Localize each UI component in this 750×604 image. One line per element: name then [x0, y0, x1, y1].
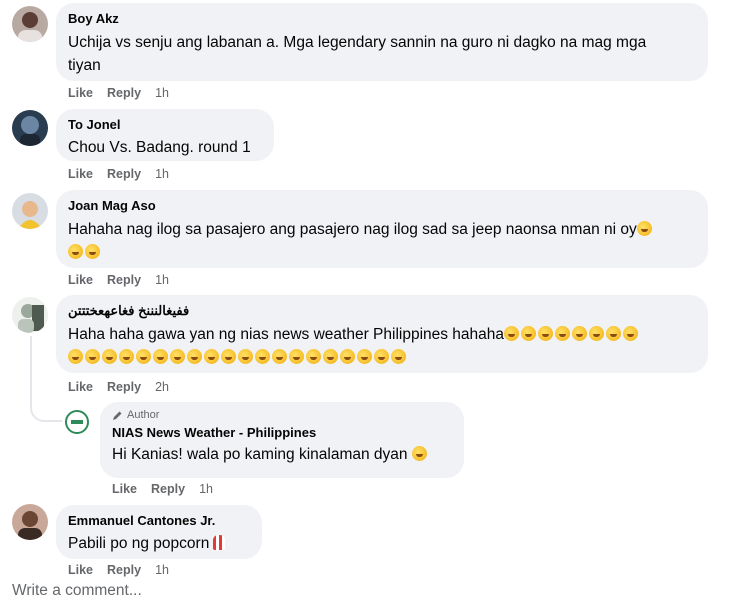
reply-button[interactable]: Reply — [107, 167, 141, 181]
comment-author[interactable]: NIAS News Weather - Philippines — [112, 424, 452, 441]
like-button[interactable]: Like — [68, 86, 93, 100]
comment-time[interactable]: 1h — [155, 167, 169, 181]
author-badge: Author — [112, 408, 452, 422]
laughing-emoji-icon — [238, 349, 253, 364]
laughing-emoji-icon — [221, 349, 236, 364]
laughing-emoji-icon — [204, 349, 219, 364]
like-button[interactable]: Like — [68, 167, 93, 181]
reply-button[interactable]: Reply — [107, 273, 141, 287]
comment-text: Hahaha nag ilog sa pasajero ang pasajero… — [68, 218, 696, 264]
laughing-emoji-icon — [411, 446, 427, 461]
comment-bubble: ففيغالنننخ فغاعهعختتتن Haha haha gawa ya… — [56, 295, 708, 373]
like-button[interactable]: Like — [68, 563, 93, 577]
laughing-emoji-icon — [153, 349, 168, 364]
laughing-emoji-icon — [504, 326, 520, 341]
laughing-emoji-icon — [187, 349, 202, 364]
laughing-emoji-icon — [85, 244, 100, 259]
laughing-emoji-icon — [391, 349, 406, 364]
avatar[interactable] — [12, 110, 48, 146]
laughing-emoji-icon — [136, 349, 151, 364]
avatar[interactable] — [12, 193, 48, 229]
laughing-emoji-icon — [589, 326, 605, 341]
like-button[interactable]: Like — [68, 273, 93, 287]
comment-author[interactable]: ففيغالنننخ فغاعهعختتتن — [68, 302, 696, 319]
laughing-emoji-icon — [306, 349, 321, 364]
comment-actions: Like Reply 1h — [68, 167, 169, 181]
avatar-photo — [12, 193, 48, 229]
comment-bubble: To Jonel Chou Vs. Badang. round 1 — [56, 109, 274, 161]
comment-bubble: Joan Mag Aso Hahaha nag ilog sa pasajero… — [56, 190, 708, 268]
avatar-photo — [12, 110, 48, 146]
laughing-emoji-icon — [119, 349, 134, 364]
avatar[interactable] — [12, 297, 48, 333]
popcorn-icon — [213, 535, 226, 550]
comment-actions: Like Reply 1h — [112, 482, 213, 496]
laughing-emoji-icon — [68, 349, 83, 364]
laughing-emoji-icon — [323, 349, 338, 364]
comment-actions: Like Reply 1h — [68, 86, 169, 100]
comment-input[interactable]: Write a comment... — [12, 582, 142, 600]
comment-actions: Like Reply 2h — [68, 380, 169, 394]
laughing-emoji-icon — [555, 326, 571, 341]
laughing-emoji-icon — [170, 349, 185, 364]
comment-time[interactable]: 1h — [199, 482, 213, 496]
laughing-emoji-icon — [272, 349, 287, 364]
page-logo — [64, 409, 90, 435]
laughing-emoji-icon — [85, 349, 100, 364]
laughing-emoji-icon — [521, 326, 537, 341]
comment-author[interactable]: To Jonel — [68, 116, 262, 133]
comment-text: Pabili po ng popcorn — [68, 532, 250, 555]
reply-button[interactable]: Reply — [151, 482, 185, 496]
laughing-emoji-icon — [68, 244, 83, 259]
laughing-emoji-icon — [357, 349, 372, 364]
laughing-emoji-icon — [255, 349, 270, 364]
like-button[interactable]: Like — [68, 380, 93, 394]
reply-button[interactable]: Reply — [107, 380, 141, 394]
laughing-emoji-icon — [102, 349, 117, 364]
avatar-photo — [12, 297, 48, 333]
comment-author[interactable]: Boy Akz — [68, 10, 696, 27]
laughing-emoji-icon — [623, 326, 639, 341]
like-button[interactable]: Like — [112, 482, 137, 496]
comment-text: Chou Vs. Badang. round 1 — [68, 139, 251, 156]
pencil-icon — [113, 411, 122, 420]
reply-bubble: Author NIAS News Weather - Philippines H… — [100, 402, 464, 478]
laughing-emoji-icon — [538, 326, 554, 341]
avatar[interactable] — [64, 409, 90, 435]
laughing-emoji-icon — [606, 326, 622, 341]
comment-actions: Like Reply 1h — [68, 563, 169, 577]
comment-actions: Like Reply 1h — [68, 273, 169, 287]
avatar[interactable] — [12, 504, 48, 540]
comment-time[interactable]: 1h — [155, 86, 169, 100]
comment-time[interactable]: 2h — [155, 380, 169, 394]
comment-bubble: Emmanuel Cantones Jr. Pabili po ng popco… — [56, 505, 262, 559]
laughing-emoji-icon — [340, 349, 355, 364]
comment-author[interactable]: Joan Mag Aso — [68, 197, 696, 214]
comment-text: Uchija vs senju ang labanan a. Mga legen… — [68, 34, 647, 74]
reply-button[interactable]: Reply — [107, 86, 141, 100]
comment-time[interactable]: 1h — [155, 273, 169, 287]
avatar-photo — [12, 504, 48, 540]
comment-bubble: Boy Akz Uchija vs senju ang labanan a. M… — [56, 3, 708, 81]
avatar-photo — [12, 6, 48, 42]
comment-author[interactable]: Emmanuel Cantones Jr. — [68, 512, 250, 529]
laughing-emoji-icon — [289, 349, 304, 364]
comment-text: Haha haha gawa yan ng nias news weather … — [68, 323, 696, 369]
reply-button[interactable]: Reply — [107, 563, 141, 577]
laughing-emoji-icon — [572, 326, 588, 341]
comment-time[interactable]: 1h — [155, 563, 169, 577]
comment-text: Hi Kanias! wala po kaming kinalaman dyan — [112, 443, 452, 466]
laughing-emoji-icon — [374, 349, 389, 364]
laughing-emoji-icon — [636, 221, 652, 236]
avatar[interactable] — [12, 6, 48, 42]
